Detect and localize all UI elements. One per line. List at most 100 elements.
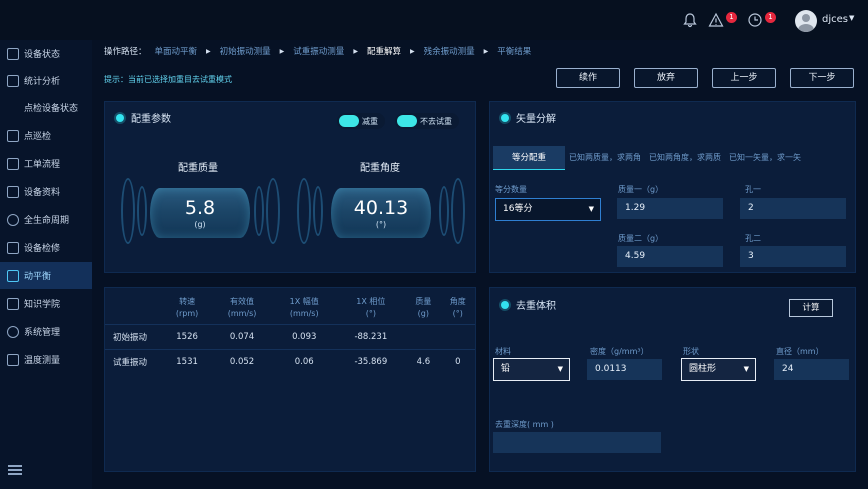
table-cell: 0.052 bbox=[211, 348, 273, 374]
table-cell: 0.093 bbox=[272, 323, 336, 349]
sidebar-item-statistics[interactable]: 统计分析 bbox=[0, 67, 92, 94]
clock-icon[interactable] bbox=[747, 12, 763, 28]
division-label: 等分数量 bbox=[495, 185, 527, 194]
table-cell: 1531 bbox=[163, 348, 212, 374]
weight-angle-label: 配重角度 bbox=[360, 163, 400, 174]
finish-button[interactable]: 续作 bbox=[556, 68, 620, 88]
mass1-label: 质量一（g） bbox=[618, 185, 664, 194]
depth-field[interactable] bbox=[493, 432, 661, 453]
weight-angle-value: 40.13 bbox=[353, 197, 409, 219]
col-header-1x-amp: 1X 幅值 (mm/s) bbox=[289, 296, 319, 318]
breadcrumb-step-current[interactable]: 配重解算 bbox=[367, 45, 401, 57]
chevron-down-icon[interactable]: ▼ bbox=[849, 14, 854, 22]
hole1-label: 孔一 bbox=[745, 185, 761, 194]
abandon-button[interactable]: 放弃 bbox=[634, 68, 698, 88]
sidebar-item-label: 全生命周期 bbox=[24, 216, 70, 226]
chevron-down-icon: ▼ bbox=[588, 205, 594, 213]
gauge-ring-decoration bbox=[137, 186, 147, 236]
breadcrumb-step[interactable]: 单面动平衡 bbox=[155, 45, 198, 57]
table-cell: 1526 bbox=[163, 323, 212, 349]
col-header-angle: 角度 (°) bbox=[449, 296, 466, 318]
sidebar-item-inspection-status[interactable]: 点检设备状态 bbox=[0, 94, 92, 121]
sidebar-item-temperature[interactable]: 温度测量 bbox=[0, 346, 92, 373]
sidebar-item-label: 温度测量 bbox=[24, 356, 61, 366]
mass2-field[interactable]: 4.59 bbox=[617, 246, 723, 267]
shape-label: 形状 bbox=[683, 347, 699, 356]
sidebar-item-label: 设备资料 bbox=[24, 188, 61, 198]
table-cell: 0 bbox=[440, 348, 475, 374]
density-label: 密度（g/mm³） bbox=[590, 347, 649, 356]
sidebar-item-maintenance[interactable]: 设备检修 bbox=[0, 234, 92, 261]
shape-select[interactable]: 圆柱形 ▼ bbox=[681, 358, 756, 381]
calculate-button[interactable]: 计算 bbox=[789, 299, 833, 317]
col-header-speed: 转速 (rpm) bbox=[175, 296, 199, 318]
chevron-down-icon: ▼ bbox=[743, 365, 749, 373]
toggle-label: 不去试重 bbox=[420, 116, 452, 126]
hole2-field[interactable]: 3 bbox=[740, 246, 846, 267]
sidebar-item-device-docs[interactable]: 设备资料 bbox=[0, 178, 92, 205]
sidebar-item-label: 统计分析 bbox=[24, 77, 61, 87]
sidebar-item-workorder[interactable]: 工单流程 bbox=[0, 150, 92, 177]
clock-count-badge: 1 bbox=[765, 12, 776, 23]
top-bar: 1 1 djces ▼ bbox=[0, 0, 868, 40]
panel-title-text: 配重参数 bbox=[131, 114, 171, 125]
mass1-field[interactable]: 1.29 bbox=[617, 198, 723, 219]
tab-equal-division[interactable]: 等分配重 bbox=[493, 146, 566, 170]
vibration-table: 转速 (rpm) 有效值 (mm/s) 1X 幅值 (mm/s) 1X 相位 (°) 质… bbox=[105, 292, 475, 374]
breadcrumb: 操作路径： 单面动平衡 ▶ 初始振动测量 ▶ 试重振动测量 ▶ 配重解算 ▶ 残… bbox=[104, 44, 531, 58]
material-select-value: 铅 bbox=[501, 364, 511, 374]
toggle-reduce-weight[interactable]: 减重 bbox=[337, 113, 385, 129]
sidebar-item-patrol[interactable]: 点巡检 bbox=[0, 122, 92, 149]
diameter-field[interactable]: 24 bbox=[774, 359, 849, 380]
col-header-1x-phase: 1X 相位 (°) bbox=[356, 296, 386, 318]
title-dot-icon bbox=[501, 113, 509, 122]
weight-mass-value: 5.8 bbox=[184, 197, 216, 219]
table-row: 试重振动 1531 0.052 0.06 -35.869 4.6 0 bbox=[105, 348, 475, 374]
sidebar-item-label: 动平衡 bbox=[24, 272, 52, 282]
hint-text: 提示：当前已选择加重目去试重模式 bbox=[104, 75, 232, 84]
sidebar-item-device-status[interactable]: 设备状态 bbox=[0, 40, 92, 67]
tab-known-masses[interactable]: 已知两质量，求两角 bbox=[565, 146, 645, 170]
col-header-rms: 有效值 (mm/s) bbox=[227, 296, 257, 318]
weight-mass-label: 配重质量 bbox=[178, 163, 218, 174]
menu-collapse-icon[interactable] bbox=[8, 465, 22, 475]
next-step-button[interactable]: 下一步 bbox=[790, 68, 854, 88]
material-select[interactable]: 铅 ▼ bbox=[493, 358, 570, 381]
sidebar-item-knowledge[interactable]: 知识学院 bbox=[0, 290, 92, 317]
avatar[interactable] bbox=[795, 10, 817, 32]
cycle-icon bbox=[7, 213, 19, 226]
table-row: 初始振动 1526 0.074 0.093 -88.231 bbox=[105, 323, 475, 349]
weight-mass-unit: (g) bbox=[194, 220, 206, 229]
toggle-no-trial-removal[interactable]: 不去试重 bbox=[395, 113, 459, 129]
depth-label: 去重深度( mm ) bbox=[495, 420, 554, 429]
bell-icon[interactable] bbox=[682, 12, 698, 28]
division-select-value: 16等分 bbox=[503, 204, 533, 214]
balance-icon bbox=[7, 269, 19, 282]
sidebar-item-system[interactable]: 系统管理 bbox=[0, 318, 92, 345]
weight-angle-display: 40.13 (°) bbox=[331, 188, 431, 238]
tab-known-vector[interactable]: 已知一矢量，求一矢 bbox=[725, 146, 805, 170]
row-label: 初始振动 bbox=[105, 323, 163, 349]
gauge-ring-decoration bbox=[313, 186, 323, 236]
title-dot-icon bbox=[501, 300, 509, 309]
breadcrumb-step[interactable]: 试重振动测量 bbox=[293, 45, 344, 57]
hole1-field[interactable]: 2 bbox=[740, 198, 846, 219]
username[interactable]: djces bbox=[822, 14, 848, 25]
table-cell: -88.231 bbox=[335, 323, 407, 349]
mass2-label: 质量二（g） bbox=[618, 234, 664, 243]
prev-step-button[interactable]: 上一步 bbox=[712, 68, 776, 88]
triangle-right-icon: ▶ bbox=[409, 47, 415, 55]
sidebar-item-lifecycle[interactable]: 全生命周期 bbox=[0, 206, 92, 233]
sidebar-item-balancing[interactable]: 动平衡 bbox=[0, 262, 92, 289]
material-label: 材料 bbox=[495, 347, 511, 356]
density-field[interactable]: 0.0113 bbox=[587, 359, 662, 380]
tab-known-angles[interactable]: 已知两角度，求两质 bbox=[645, 146, 725, 170]
gauge-ring-decoration bbox=[121, 178, 135, 244]
breadcrumb-step[interactable]: 残余振动测量 bbox=[424, 45, 475, 57]
breadcrumb-step[interactable]: 平衡结果 bbox=[497, 45, 531, 57]
warning-icon[interactable] bbox=[708, 12, 724, 28]
sidebar-item-label: 系统管理 bbox=[24, 328, 61, 338]
triangle-right-icon: ▶ bbox=[279, 47, 285, 55]
breadcrumb-step[interactable]: 初始振动测量 bbox=[220, 45, 271, 57]
division-select[interactable]: 16等分 ▼ bbox=[495, 198, 601, 221]
